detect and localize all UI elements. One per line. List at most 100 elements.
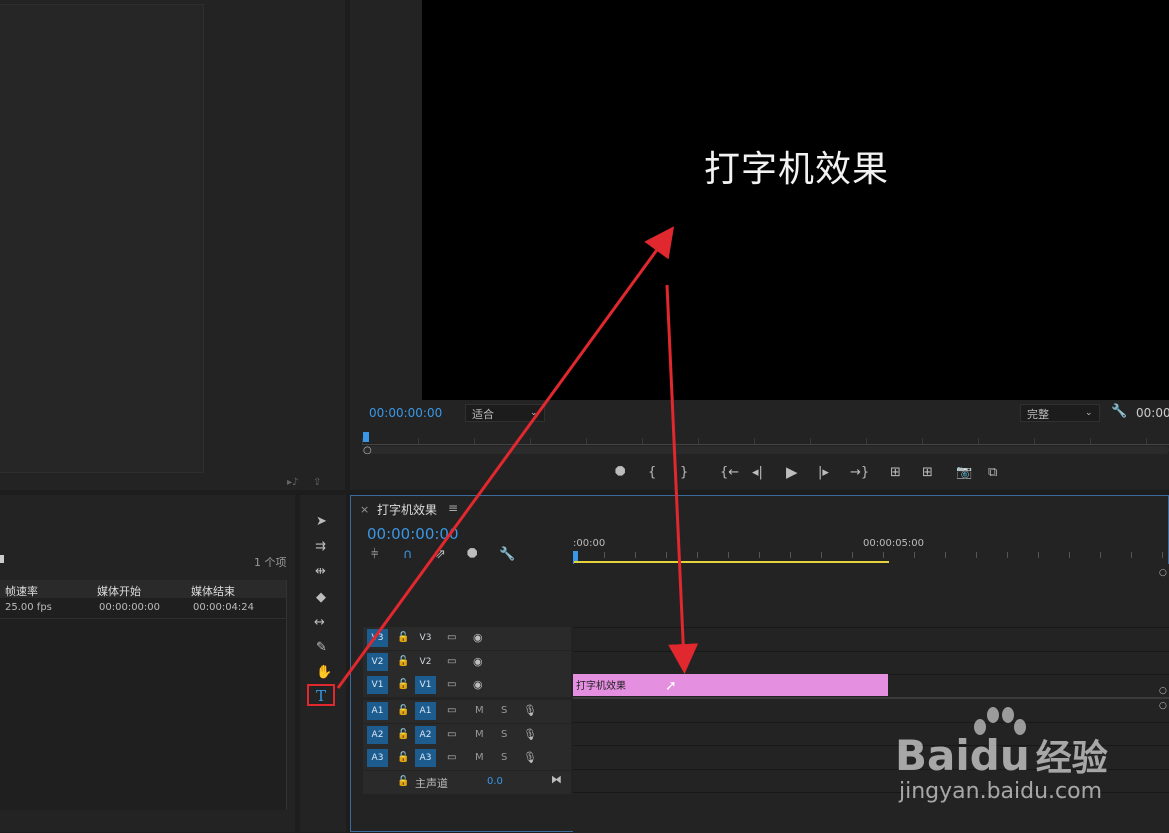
- column-header[interactable]: [0, 580, 286, 598]
- watermark-suffix: 经验: [1035, 738, 1108, 779]
- track-target-v1[interactable]: V1: [415, 676, 436, 694]
- wrench-icon[interactable]: 🔧: [1111, 405, 1127, 419]
- track-target-v3[interactable]: V3: [415, 629, 436, 647]
- sequence-tab-title[interactable]: 打字机效果: [377, 501, 437, 518]
- source-patch-v2[interactable]: V2: [367, 653, 388, 671]
- ruler-start-label: :00:00: [573, 538, 606, 549]
- clip-title[interactable]: 打字机效果: [573, 674, 888, 696]
- watermark-brand: Baidu 经验: [895, 729, 1108, 781]
- timeline-playhead-marker[interactable]: [573, 551, 578, 561]
- sync-lock-icon[interactable]: ▭: [447, 655, 456, 669]
- source-patch-v1[interactable]: V1: [367, 676, 388, 694]
- nest-icon[interactable]: ⫩: [371, 548, 378, 562]
- timeline-timecode[interactable]: 00:00:00:00: [367, 525, 459, 543]
- solo-button[interactable]: S: [501, 752, 507, 763]
- type-tool-highlight[interactable]: T: [307, 684, 335, 706]
- lock-icon[interactable]: 🔓: [397, 751, 409, 765]
- snap-magnet-icon[interactable]: ∩: [403, 548, 413, 562]
- eye-icon[interactable]: ◉: [473, 655, 483, 669]
- lock-icon[interactable]: 🔓: [397, 678, 409, 692]
- sync-lock-icon[interactable]: ▭: [447, 704, 456, 718]
- extract-icon[interactable]: ⊞: [922, 466, 933, 480]
- go-to-end-icon[interactable]: ⧓: [551, 773, 562, 787]
- source-patch-v3[interactable]: V3: [367, 629, 388, 647]
- settings-wrench-icon[interactable]: 🔧: [499, 548, 515, 562]
- go-to-out-icon[interactable]: →}: [850, 466, 869, 480]
- eye-icon[interactable]: ◉: [473, 678, 483, 692]
- play-icon[interactable]: ▶: [786, 465, 798, 480]
- quality-select[interactable]: 完整 ⌄: [1020, 404, 1100, 422]
- compare-icon[interactable]: ⧉: [988, 466, 997, 480]
- work-area-bar[interactable]: [573, 561, 889, 563]
- close-tab-button[interactable]: ×: [360, 503, 369, 516]
- scroll-handle-icon[interactable]: ○: [1159, 684, 1167, 698]
- solo-button[interactable]: S: [501, 705, 507, 716]
- scroll-handle-icon[interactable]: ○: [1159, 566, 1167, 580]
- tools-panel: ➤ ⇉ ⇹ ◆ ↔ ✎ ✋ T: [300, 495, 346, 832]
- master-volume-value[interactable]: 0.0: [487, 776, 503, 787]
- sync-lock-icon[interactable]: ▭: [447, 751, 456, 765]
- linked-selection-icon[interactable]: ⇗: [435, 548, 446, 562]
- eye-icon[interactable]: ◉: [473, 631, 483, 645]
- source-patch-a1[interactable]: A1: [367, 702, 388, 720]
- mute-button[interactable]: M: [475, 752, 484, 763]
- mark-out-icon[interactable]: }: [680, 466, 688, 480]
- time-ruler[interactable]: :00:00 00:00:05:00: [573, 534, 1169, 564]
- zoom-handle-icon[interactable]: ○: [363, 444, 372, 458]
- project-scroll-thumb[interactable]: [0, 555, 4, 563]
- lift-icon[interactable]: ⊞: [890, 466, 901, 480]
- column-media-end[interactable]: 媒体结束: [191, 583, 235, 599]
- selection-tool-icon[interactable]: ➤: [316, 515, 327, 529]
- track-target-v2[interactable]: V2: [415, 653, 436, 671]
- ripple-edit-tool-icon[interactable]: ⇹: [315, 565, 326, 579]
- tab-menu-icon[interactable]: ≡: [448, 501, 458, 515]
- source-patch-a3[interactable]: A3: [367, 749, 388, 767]
- track-target-a3[interactable]: A3: [415, 749, 436, 767]
- camera-icon[interactable]: 📷: [956, 466, 972, 480]
- sync-lock-icon[interactable]: ▭: [447, 728, 456, 742]
- track-select-tool-icon[interactable]: ⇉: [315, 540, 326, 554]
- sync-lock-icon[interactable]: ▭: [447, 631, 456, 645]
- program-timecode[interactable]: 00:00:00:00: [369, 406, 442, 420]
- share-icon[interactable]: ⇪: [313, 476, 321, 490]
- hand-tool-icon[interactable]: ✋: [316, 666, 332, 680]
- microphone-icon[interactable]: 🎙: [523, 728, 537, 742]
- lock-icon[interactable]: 🔓: [397, 775, 409, 789]
- zoom-select[interactable]: 适合 ⌄: [465, 404, 545, 422]
- watermark-url: jingyan.baidu.com: [899, 779, 1103, 804]
- type-tool-icon[interactable]: T: [314, 689, 328, 704]
- solo-button[interactable]: S: [501, 729, 507, 740]
- track-target-a2[interactable]: A2: [415, 726, 436, 744]
- source-patch-a2[interactable]: A2: [367, 726, 388, 744]
- add-marker-icon[interactable]: ⯃: [467, 548, 477, 562]
- track-target-a1[interactable]: A1: [415, 702, 436, 720]
- microphone-icon[interactable]: 🎙: [523, 704, 537, 718]
- quality-select-value: 完整: [1027, 408, 1049, 421]
- razor-tool-icon[interactable]: ◆: [316, 591, 326, 605]
- export-frame-icon[interactable]: ▸♪: [287, 476, 298, 490]
- sync-lock-icon[interactable]: ▭: [447, 678, 456, 692]
- go-to-in-icon[interactable]: {←: [720, 466, 739, 480]
- program-zoom-bar[interactable]: [362, 446, 1169, 454]
- track-header-a3: A3 🔓 A3 ▭ M S 🎙: [363, 747, 571, 770]
- slip-tool-icon[interactable]: ↔: [314, 616, 325, 630]
- program-playhead[interactable]: [363, 432, 369, 442]
- step-forward-icon[interactable]: |▸: [818, 466, 829, 480]
- list-item[interactable]: 25.00 fps 00:00:00:00 00:00:04:24: [0, 598, 286, 619]
- lock-icon[interactable]: 🔓: [397, 728, 409, 742]
- microphone-icon[interactable]: 🎙: [523, 751, 537, 765]
- mark-in-icon[interactable]: {: [648, 466, 656, 480]
- step-back-icon[interactable]: ◂|: [752, 466, 763, 480]
- program-scrub-ruler[interactable]: [362, 428, 1169, 445]
- pen-tool-icon[interactable]: ✎: [316, 641, 327, 655]
- column-fps[interactable]: 帧速率: [5, 583, 38, 599]
- program-video-frame[interactable]: 打字机效果: [422, 0, 1169, 400]
- column-media-start[interactable]: 媒体开始: [97, 583, 141, 599]
- mute-button[interactable]: M: [475, 705, 484, 716]
- mute-button[interactable]: M: [475, 729, 484, 740]
- lock-icon[interactable]: 🔓: [397, 655, 409, 669]
- lock-icon[interactable]: 🔓: [397, 631, 409, 645]
- lock-icon[interactable]: 🔓: [397, 704, 409, 718]
- watermark-brand-bai: Bai: [895, 731, 970, 780]
- add-marker-icon[interactable]: ⯃: [615, 466, 625, 480]
